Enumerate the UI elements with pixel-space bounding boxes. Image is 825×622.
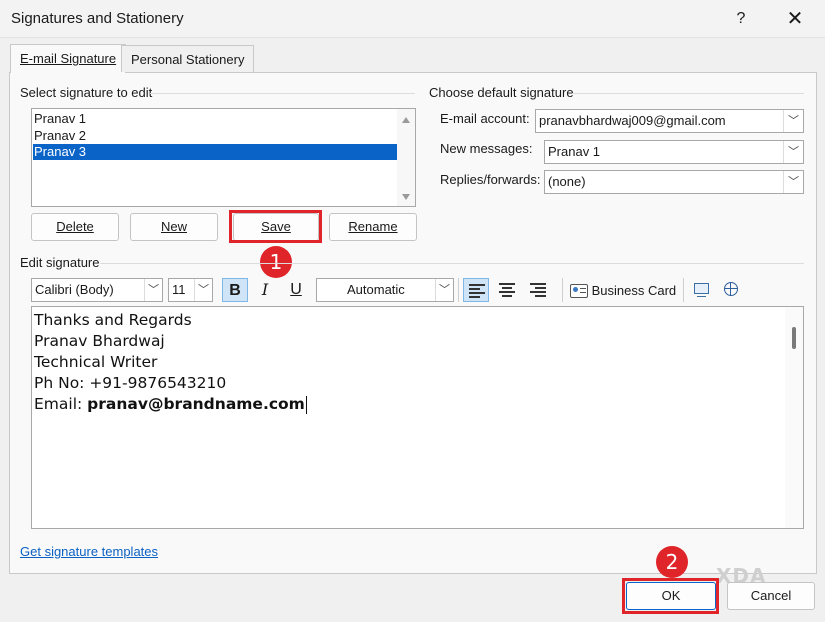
chevron-down-icon[interactable]: ﹀	[144, 279, 162, 301]
new-messages-label: New messages:	[440, 141, 533, 156]
save-highlight-box	[229, 210, 322, 243]
chevron-down-icon[interactable]: ﹀	[783, 110, 803, 132]
email-prefix: Email:	[34, 395, 88, 413]
email-account-label: E-mail account:	[440, 111, 530, 126]
font-value: Calibri (Body)	[35, 282, 114, 297]
close-icon[interactable]: ✕	[780, 6, 810, 32]
new-messages-value: Pranav 1	[548, 144, 601, 159]
chevron-down-icon[interactable]: ﹀	[783, 171, 803, 193]
business-card-button[interactable]: Business Card	[570, 280, 676, 302]
tab-personal-stationery[interactable]: Personal Stationery	[121, 45, 255, 72]
chevron-down-icon[interactable]: ﹀	[435, 279, 453, 301]
cancel-button[interactable]: Cancel	[727, 582, 815, 610]
group-divider	[150, 93, 415, 94]
signature-line: Ph No: +91-9876543210	[34, 374, 227, 392]
underline-button[interactable]: U	[283, 278, 309, 302]
group-divider	[100, 263, 804, 264]
align-center-icon[interactable]	[494, 278, 520, 302]
signature-line: Pranav Bhardwaj	[34, 332, 165, 350]
new-button[interactable]: New	[130, 213, 218, 241]
signature-item-pranav-2[interactable]: Pranav 2	[33, 128, 397, 144]
email-account-select[interactable]: pranavbhardwaj009@gmail.com ﹀	[535, 109, 804, 133]
step-2-badge: 2	[656, 546, 688, 578]
dialog-title: Signatures and Stationery	[11, 10, 184, 27]
signature-line: Technical Writer	[34, 353, 158, 371]
listbox-scrollbar[interactable]	[397, 109, 415, 206]
toolbar-separator	[458, 278, 459, 302]
align-left-icon[interactable]	[463, 278, 489, 302]
toolbar-separator	[562, 278, 563, 302]
font-select[interactable]: Calibri (Body) ﹀	[31, 278, 163, 302]
business-card-label: Business Card	[591, 283, 677, 298]
scroll-down-icon[interactable]	[402, 194, 410, 200]
signature-line: Thanks and Regards	[34, 311, 192, 329]
replies-forwards-select[interactable]: (none) ﹀	[544, 170, 804, 194]
text-cursor	[305, 395, 307, 414]
signature-item-pranav-3[interactable]: Pranav 3	[33, 144, 397, 160]
bold-button[interactable]: B	[222, 278, 248, 302]
insert-picture-icon[interactable]	[689, 278, 715, 302]
email-value: pranav@brandname.com	[87, 395, 305, 413]
tab-label: Personal Stationery	[131, 52, 245, 67]
replies-forwards-label: Replies/forwards:	[440, 172, 541, 187]
select-signature-label: Select signature to edit	[20, 85, 153, 100]
delete-button[interactable]: Delete	[31, 213, 119, 241]
tab-email-signature[interactable]: E-mail Signature	[10, 44, 127, 73]
font-color-value: Automatic	[347, 282, 405, 297]
chevron-down-icon[interactable]: ﹀	[783, 141, 803, 163]
replies-forwards-value: (none)	[548, 174, 586, 189]
email-account-value: pranavbhardwaj009@gmail.com	[539, 113, 726, 128]
font-color-select[interactable]: Automatic ﹀	[316, 278, 454, 302]
hyperlink-icon[interactable]	[719, 278, 745, 302]
toolbar-separator	[683, 278, 684, 302]
rename-label: Rename	[348, 219, 398, 234]
get-signature-templates-link[interactable]: Get signature templates	[20, 544, 158, 559]
default-signature-label: Choose default signature	[429, 85, 574, 100]
step-1-badge: 1	[260, 246, 292, 278]
italic-button[interactable]: I	[252, 278, 278, 302]
signature-email-line: Email: pranav@brandname.com	[34, 394, 307, 415]
signature-listbox[interactable]: Pranav 1 Pranav 2 Pranav 3	[31, 108, 416, 207]
help-button[interactable]: ?	[726, 6, 756, 32]
rename-button[interactable]: Rename	[329, 213, 417, 241]
signature-item-pranav-1[interactable]: Pranav 1	[33, 111, 397, 127]
font-size-value: 11	[172, 282, 186, 297]
delete-label: Delete	[56, 219, 94, 234]
align-right-icon[interactable]	[525, 278, 551, 302]
group-divider	[572, 93, 804, 94]
editor-scrollbar[interactable]	[785, 307, 803, 528]
tab-label: E-mail Signature	[20, 51, 117, 66]
ok-highlight-box	[622, 578, 719, 614]
business-card-icon	[570, 283, 588, 298]
font-size-select[interactable]: 11 ﹀	[168, 278, 213, 302]
signature-editor[interactable]: Thanks and Regards Pranav Bhardwaj Techn…	[31, 306, 804, 529]
new-messages-select[interactable]: Pranav 1 ﹀	[544, 140, 804, 164]
chevron-down-icon[interactable]: ﹀	[194, 279, 212, 301]
edit-signature-label: Edit signature	[20, 255, 100, 270]
scrollbar-thumb[interactable]	[792, 327, 796, 349]
scroll-up-icon[interactable]	[402, 117, 410, 123]
new-label: New	[160, 219, 187, 234]
